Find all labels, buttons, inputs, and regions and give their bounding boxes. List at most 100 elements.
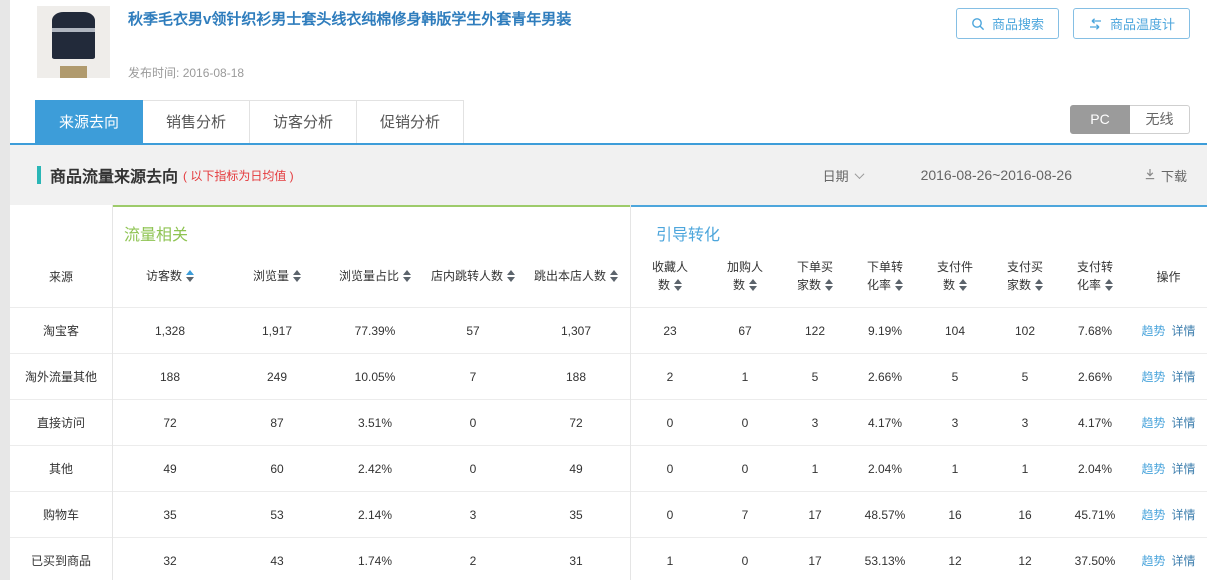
sort-icon[interactable] bbox=[403, 270, 411, 282]
cell: 67 bbox=[710, 308, 780, 353]
cell: 1 bbox=[990, 446, 1060, 491]
cell: 0 bbox=[710, 446, 780, 491]
cell: 53 bbox=[228, 492, 326, 537]
cell: 1 bbox=[710, 354, 780, 399]
toggle-pc[interactable]: PC bbox=[1070, 105, 1130, 134]
cell: 0 bbox=[630, 400, 710, 445]
column-header-convert-6: 支付转化率 bbox=[1060, 245, 1130, 307]
date-range[interactable]: 2016-08-26~2016-08-26 bbox=[921, 167, 1072, 183]
tab-visitor-analysis[interactable]: 访客分析 bbox=[250, 100, 357, 143]
cell: 2.04% bbox=[850, 446, 920, 491]
detail-link[interactable]: 详情 bbox=[1172, 368, 1196, 385]
publish-time-value: 2016-08-18 bbox=[183, 66, 244, 80]
sort-icon[interactable] bbox=[674, 279, 682, 291]
sort-icon[interactable] bbox=[507, 270, 515, 282]
date-dropdown[interactable]: 日期 bbox=[823, 166, 863, 185]
table-row: 已买到商品32431.74%231101753.13%121237.50%趋势详… bbox=[10, 537, 1207, 580]
section-bar: 商品流量来源去向 ( 以下指标为日均值 ) 日期 2016-08-26~2016… bbox=[10, 145, 1207, 205]
table-header: 流量相关 引导转化 来源 访客数浏览量浏览量占比店内跳转人数跳出本店人数 收藏人… bbox=[10, 205, 1207, 307]
cell: 0 bbox=[630, 492, 710, 537]
tab-source-destination[interactable]: 来源去向 bbox=[35, 100, 143, 143]
sort-icon[interactable] bbox=[1105, 279, 1113, 291]
cell: 4.17% bbox=[1060, 400, 1130, 445]
cell: 104 bbox=[920, 308, 990, 353]
trend-link[interactable]: 趋势 bbox=[1141, 322, 1165, 339]
sort-icon[interactable] bbox=[1035, 279, 1043, 291]
trend-link[interactable]: 趋势 bbox=[1141, 506, 1165, 523]
cell: 5 bbox=[990, 354, 1060, 399]
cell: 45.71% bbox=[1060, 492, 1130, 537]
product-thermometer-button[interactable]: 商品温度计 bbox=[1073, 8, 1190, 39]
column-header-convert-2: 下单买家数 bbox=[780, 245, 850, 307]
column-header-source: 来源 bbox=[10, 245, 112, 307]
detail-link[interactable]: 详情 bbox=[1172, 506, 1196, 523]
page: 秋季毛衣男v领针织衫男士套头线衣纯棉修身韩版学生外套青年男装 发布时间: 201… bbox=[10, 0, 1207, 580]
swap-icon bbox=[1088, 18, 1103, 30]
cell: 7.68% bbox=[1060, 308, 1130, 353]
cell: 0 bbox=[710, 538, 780, 580]
table-row: 直接访问72873.51%0720034.17%334.17%趋势详情 bbox=[10, 399, 1207, 445]
cell: 2.42% bbox=[326, 446, 424, 491]
section-title: 商品流量来源去向 bbox=[50, 163, 178, 187]
cell: 249 bbox=[228, 354, 326, 399]
cell: 60 bbox=[228, 446, 326, 491]
cell: 10.05% bbox=[326, 354, 424, 399]
trend-link[interactable]: 趋势 bbox=[1141, 368, 1165, 385]
column-header-convert-4: 支付件数 bbox=[920, 245, 990, 307]
cell: 77.39% bbox=[326, 308, 424, 353]
cell: 16 bbox=[990, 492, 1060, 537]
trend-link[interactable]: 趋势 bbox=[1141, 414, 1165, 431]
sort-icon[interactable] bbox=[749, 279, 757, 291]
cell: 35 bbox=[522, 492, 630, 537]
cell: 5 bbox=[780, 354, 850, 399]
product-title-link[interactable]: 秋季毛衣男v领针织衫男士套头线衣纯棉修身韩版学生外套青年男装 bbox=[128, 8, 571, 29]
sort-icon[interactable] bbox=[959, 279, 967, 291]
cell: 17 bbox=[780, 492, 850, 537]
detail-link[interactable]: 详情 bbox=[1172, 552, 1196, 569]
detail-link[interactable]: 详情 bbox=[1172, 414, 1196, 431]
cell: 1,328 bbox=[112, 308, 228, 353]
publish-time: 发布时间: 2016-08-18 bbox=[128, 64, 244, 81]
cell: 2.04% bbox=[1060, 446, 1130, 491]
cell: 53.13% bbox=[850, 538, 920, 580]
cell: 2.14% bbox=[326, 492, 424, 537]
column-header-convert-5: 支付买家数 bbox=[990, 245, 1060, 307]
row-actions: 趋势详情 bbox=[1130, 446, 1207, 491]
trend-link[interactable]: 趋势 bbox=[1141, 552, 1165, 569]
sort-icon[interactable] bbox=[895, 279, 903, 291]
detail-link[interactable]: 详情 bbox=[1172, 322, 1196, 339]
column-header-convert-3: 下单转化率 bbox=[850, 245, 920, 307]
sort-icon[interactable] bbox=[825, 279, 833, 291]
toggle-wireless[interactable]: 无线 bbox=[1130, 105, 1190, 134]
row-actions: 趋势详情 bbox=[1130, 308, 1207, 353]
product-search-button[interactable]: 商品搜索 bbox=[956, 8, 1059, 39]
table-row: 购物车35532.14%335071748.57%161645.71%趋势详情 bbox=[10, 491, 1207, 537]
sort-icon[interactable] bbox=[610, 270, 618, 282]
column-header-traffic-0: 访客数 bbox=[112, 245, 228, 307]
cell: 87 bbox=[228, 400, 326, 445]
cell: 0 bbox=[424, 446, 522, 491]
cell: 72 bbox=[112, 400, 228, 445]
sort-icon[interactable] bbox=[293, 270, 301, 282]
section-controls: 日期 2016-08-26~2016-08-26 下载 bbox=[823, 145, 1207, 205]
section-note: ( 以下指标为日均值 ) bbox=[183, 167, 294, 184]
sort-icon[interactable] bbox=[186, 270, 194, 282]
cell: 12 bbox=[990, 538, 1060, 580]
publish-time-label: 发布时间: bbox=[128, 66, 179, 80]
row-actions: 趋势详情 bbox=[1130, 400, 1207, 445]
cell: 3 bbox=[780, 400, 850, 445]
cell: 1 bbox=[630, 538, 710, 580]
cell: 16 bbox=[920, 492, 990, 537]
tab-sales-analysis[interactable]: 销售分析 bbox=[143, 100, 250, 143]
download-button[interactable]: 下载 bbox=[1144, 166, 1187, 185]
trend-link[interactable]: 趋势 bbox=[1141, 460, 1165, 477]
detail-link[interactable]: 详情 bbox=[1172, 460, 1196, 477]
download-icon bbox=[1144, 168, 1156, 183]
cell: 12 bbox=[920, 538, 990, 580]
table-row: 淘外流量其他18824910.05%71882152.66%552.66%趋势详… bbox=[10, 353, 1207, 399]
product-header: 秋季毛衣男v领针织衫男士套头线衣纯棉修身韩版学生外套青年男装 发布时间: 201… bbox=[10, 0, 1207, 95]
cell: 5 bbox=[920, 354, 990, 399]
group-title-convert: 引导转化 bbox=[656, 221, 720, 245]
tab-promotion-analysis[interactable]: 促销分析 bbox=[357, 100, 464, 143]
search-icon bbox=[971, 17, 985, 31]
